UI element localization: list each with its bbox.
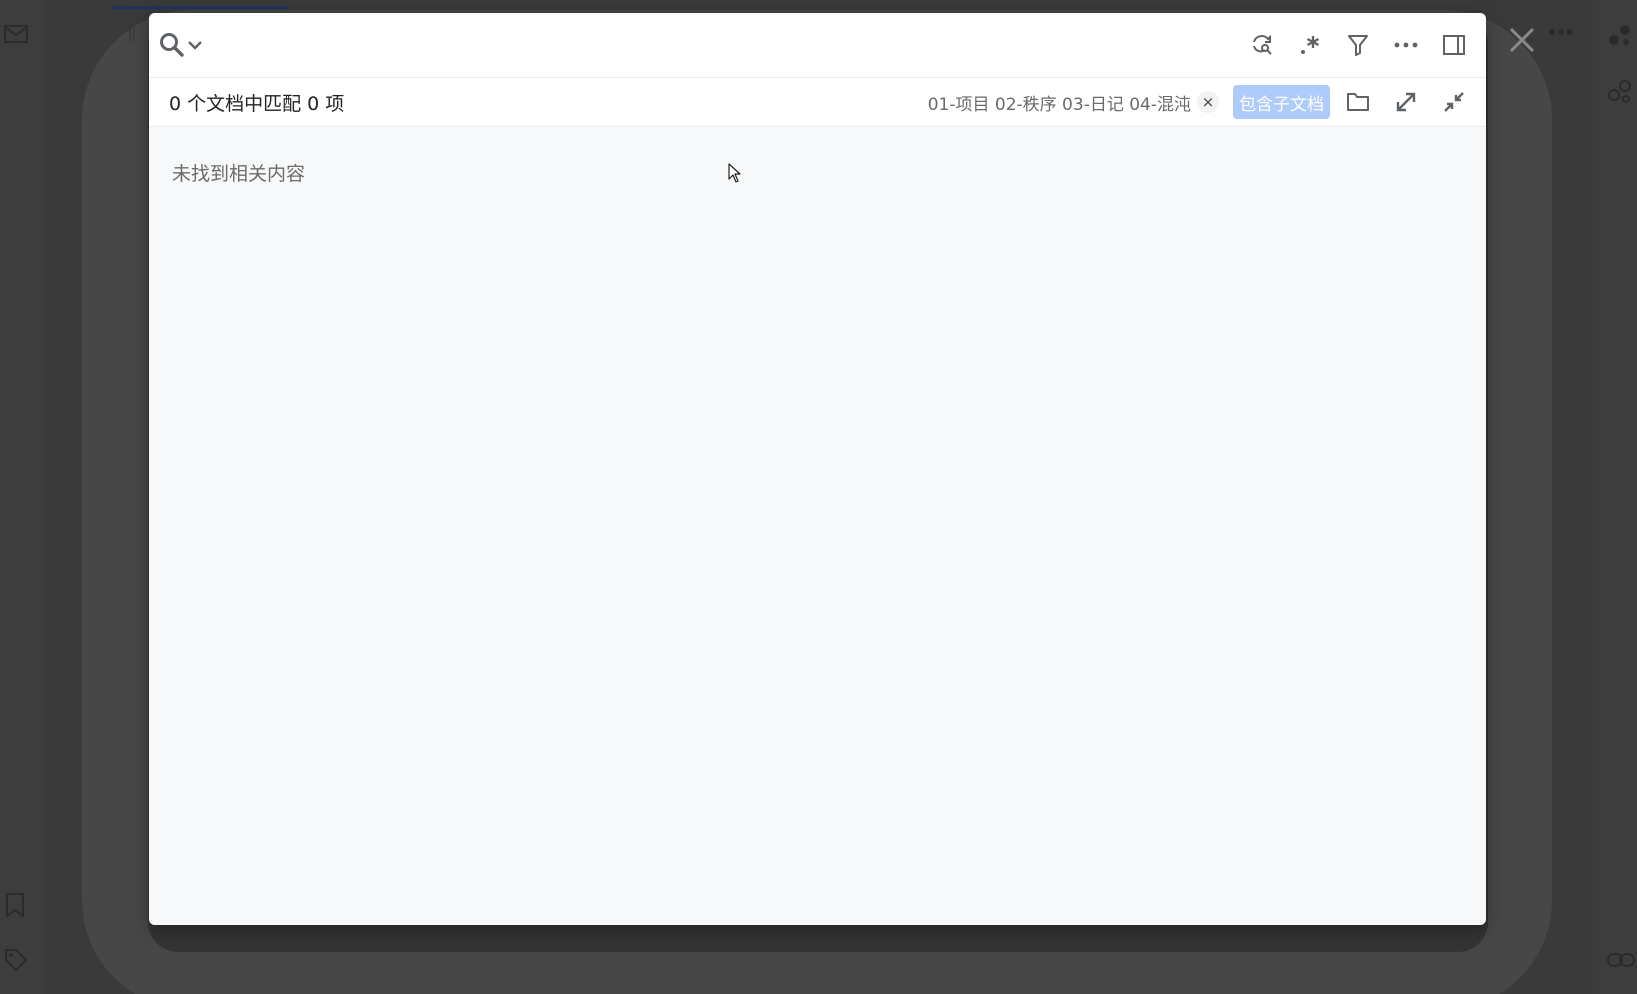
- contract-icon: [1444, 92, 1464, 112]
- expand-all-button[interactable]: [1386, 82, 1426, 122]
- global-graph-icon: [1604, 76, 1634, 106]
- close-icon: [1509, 27, 1535, 53]
- search-dialog: 0 个文档中匹配 0 项 01-项目 02-秩序 03-日记 04-混沌 × 包…: [149, 13, 1486, 925]
- expand-icon: [1396, 92, 1416, 112]
- empty-results-message: 未找到相关内容: [172, 163, 306, 185]
- more-icon-bg: [1543, 22, 1579, 42]
- toggle-preview-panel-button[interactable]: [1434, 25, 1474, 65]
- inbox-icon: [2, 22, 30, 46]
- right-toolbar: [1593, 0, 1637, 994]
- search-results-list: 未找到相关内容: [149, 127, 1486, 925]
- active-tab-indicator: [112, 6, 288, 9]
- mouse-cursor-icon: [728, 163, 742, 187]
- chevron-down-icon: [188, 41, 202, 50]
- search-toolbar: [1234, 25, 1474, 65]
- clear-path-button[interactable]: ×: [1197, 91, 1219, 113]
- sidebar-panel-icon: [1443, 35, 1465, 55]
- search-icon: [160, 33, 184, 57]
- left-toolbar: [0, 0, 44, 994]
- backlink-icon: [1606, 948, 1636, 972]
- close-dialog-button[interactable]: [1504, 22, 1540, 58]
- include-child-docs-button[interactable]: 包含子文档: [1233, 85, 1330, 119]
- tag-icon: [2, 946, 30, 974]
- folder-icon: [1347, 93, 1369, 111]
- filter-icon: [1348, 35, 1368, 56]
- filter-button[interactable]: [1338, 25, 1378, 65]
- refresh-search-button[interactable]: [1242, 25, 1282, 65]
- regex-icon: [1301, 36, 1320, 54]
- regex-button[interactable]: [1290, 25, 1330, 65]
- bookmark-icon: [2, 890, 28, 920]
- select-path-button[interactable]: [1338, 82, 1378, 122]
- refresh-search-icon: [1253, 34, 1272, 55]
- graph-icon: [1604, 20, 1634, 50]
- more-button[interactable]: [1386, 25, 1426, 65]
- search-info-bar: 0 个文档中匹配 0 项 01-项目 02-秩序 03-日记 04-混沌 × 包…: [149, 78, 1486, 127]
- search-method-dropdown[interactable]: [159, 25, 219, 65]
- collapse-all-button[interactable]: [1434, 82, 1474, 122]
- search-path: 01-项目 02-秩序 03-日记 04-混沌: [927, 94, 1191, 115]
- match-count: 0 个文档中匹配 0 项: [169, 92, 345, 115]
- paragraph-icon: ¶: [123, 19, 137, 45]
- file-icon: [62, 20, 86, 46]
- search-input[interactable]: [219, 24, 1234, 66]
- more-icon: [1394, 42, 1418, 48]
- search-bar: [149, 13, 1486, 78]
